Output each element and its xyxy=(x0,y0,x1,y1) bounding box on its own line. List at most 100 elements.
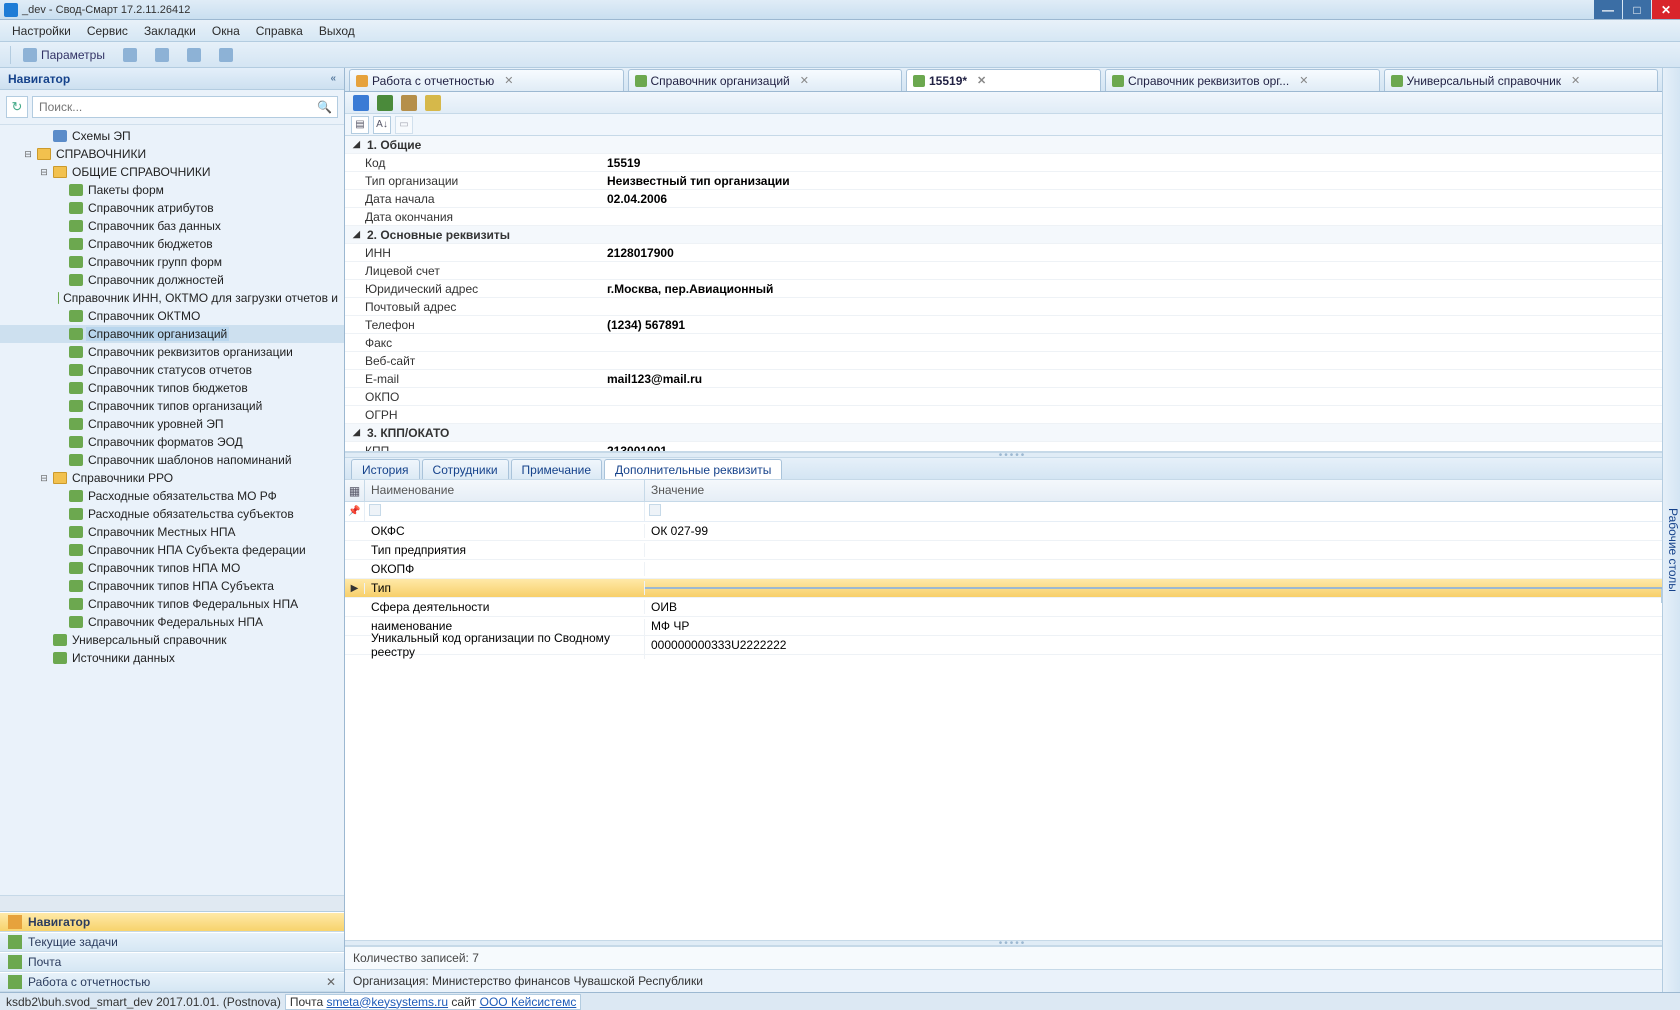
tree-node[interactable]: Справочник типов организаций xyxy=(0,397,344,415)
close-icon[interactable]: ✕ xyxy=(800,74,809,87)
toolbar-btn-1[interactable] xyxy=(117,46,143,64)
requisite-row[interactable]: Тип предприятия xyxy=(345,541,1680,560)
document-tab[interactable]: Справочник организаций✕ xyxy=(628,69,903,91)
prop-value[interactable]: 213001001 xyxy=(603,444,1663,453)
prop-value[interactable]: г.Москва, пер.Авиационный xyxy=(603,282,1663,296)
tree-node[interactable]: Справочник баз данных xyxy=(0,217,344,235)
requisite-row[interactable]: Уникальный код организации по Сводному р… xyxy=(345,636,1680,655)
requisite-value[interactable]: 000000000333U2222222 xyxy=(645,638,1680,652)
close-icon[interactable]: ✕ xyxy=(504,74,513,87)
close-icon[interactable]: ✕ xyxy=(1299,74,1308,87)
tree-node[interactable]: Источники данных xyxy=(0,649,344,667)
tree-node[interactable]: Справочник типов бюджетов xyxy=(0,379,344,397)
tree-node[interactable]: Расходные обязательства субъектов xyxy=(0,505,344,523)
tree-node[interactable]: Справочник ОКТМО xyxy=(0,307,344,325)
grid-selector-header[interactable]: ▦ xyxy=(345,480,365,501)
tree-node[interactable]: Справочник должностей xyxy=(0,271,344,289)
tree-node[interactable]: Справочник Федеральных НПА xyxy=(0,613,344,631)
prop-row[interactable]: Дата окончания xyxy=(345,208,1663,226)
propgroup-header[interactable]: ◢1. Общие xyxy=(345,136,1663,154)
tree-node[interactable]: Справочник ИНН, ОКТМО для загрузки отчет… xyxy=(0,289,344,307)
tree-node[interactable]: Универсальный справочник xyxy=(0,631,344,649)
menu-exit[interactable]: Выход xyxy=(313,22,361,40)
requisite-row[interactable]: Сфера деятельностиОИВ xyxy=(345,598,1680,617)
prop-value[interactable]: mail123@mail.ru xyxy=(603,372,1663,386)
collapse-icon[interactable]: ◢ xyxy=(353,427,361,438)
property-grid[interactable]: ◢1. ОбщиеКод15519Тип организацииНеизвест… xyxy=(345,136,1663,452)
tree-node[interactable]: Пакеты форм xyxy=(0,181,344,199)
refresh-icon[interactable] xyxy=(377,95,393,111)
document-tab[interactable]: 15519*✕ xyxy=(906,69,1101,91)
lock-icon[interactable] xyxy=(425,95,441,111)
navigator-refresh-button[interactable]: ↻ xyxy=(6,96,28,118)
prop-row[interactable]: Веб-сайт xyxy=(345,352,1663,370)
tree-node[interactable]: Справочник организаций xyxy=(0,325,344,343)
tree-node[interactable]: Схемы ЭП xyxy=(0,127,344,145)
collapse-icon[interactable]: ◢ xyxy=(353,229,361,240)
prop-row[interactable]: ОГРН xyxy=(345,406,1663,424)
detail-tab[interactable]: Сотрудники xyxy=(422,459,509,479)
tree-node[interactable]: ⊟СПРАВОЧНИКИ xyxy=(0,145,344,163)
menu-settings[interactable]: Настройки xyxy=(6,22,77,40)
prop-row[interactable]: Дата начала02.04.2006 xyxy=(345,190,1663,208)
tree-node[interactable]: Справочник Местных НПА xyxy=(0,523,344,541)
tree-node[interactable]: Справочник форматов ЭОД xyxy=(0,433,344,451)
filter-dropdown-icon[interactable] xyxy=(369,504,381,516)
navstack-item[interactable]: Навигатор xyxy=(0,912,344,932)
prop-row[interactable]: Факс xyxy=(345,334,1663,352)
menu-bookmarks[interactable]: Закладки xyxy=(138,22,202,40)
tree-node[interactable]: ⊟Справочники РРО xyxy=(0,469,344,487)
tree-node[interactable]: Справочник групп форм xyxy=(0,253,344,271)
column-value-header[interactable]: Значение xyxy=(645,480,1680,501)
toolbar-btn-4[interactable] xyxy=(213,46,239,64)
requisite-row[interactable]: ОКФСОК 027-99 xyxy=(345,522,1680,541)
menu-service[interactable]: Сервис xyxy=(81,22,134,40)
tree-expander[interactable]: ⊟ xyxy=(38,167,50,178)
prop-value[interactable]: (1234) 567891 xyxy=(603,318,1663,332)
tree-node[interactable]: Справочник типов Федеральных НПА xyxy=(0,595,344,613)
sort-categorized-button[interactable]: ▤ xyxy=(351,116,369,134)
menu-windows[interactable]: Окна xyxy=(206,22,246,40)
tree-node[interactable]: Расходные обязательства МО РФ xyxy=(0,487,344,505)
tree-node[interactable]: Справочник шаблонов напоминаний xyxy=(0,451,344,469)
prop-row[interactable]: Почтовый адрес xyxy=(345,298,1663,316)
prop-row[interactable]: Юридический адресг.Москва, пер.Авиационн… xyxy=(345,280,1663,298)
requisites-splitter[interactable] xyxy=(345,940,1680,946)
detail-tab[interactable]: Примечание xyxy=(511,459,602,479)
journal-icon[interactable] xyxy=(401,95,417,111)
tree-node[interactable]: Справочник НПА Субъекта федерации xyxy=(0,541,344,559)
menu-help[interactable]: Справка xyxy=(250,22,309,40)
propgroup-header[interactable]: ◢3. КПП/ОКАТО xyxy=(345,424,1663,442)
window-close-button[interactable]: ✕ xyxy=(1652,0,1680,19)
prop-row[interactable]: Лицевой счет xyxy=(345,262,1663,280)
horizontal-splitter[interactable] xyxy=(345,452,1680,458)
requisite-value[interactable]: ОК 027-99 xyxy=(645,524,1680,538)
detail-tab[interactable]: История xyxy=(351,459,420,479)
prop-row[interactable]: Код15519 xyxy=(345,154,1663,172)
tree-node[interactable]: Справочник статусов отчетов xyxy=(0,361,344,379)
filter-pin-icon[interactable]: 📌 xyxy=(345,502,365,521)
prop-row[interactable]: ИНН2128017900 xyxy=(345,244,1663,262)
toolbar-btn-2[interactable] xyxy=(149,46,175,64)
prop-value[interactable]: 2128017900 xyxy=(603,246,1663,260)
tree-node[interactable]: Справочник реквизитов организации xyxy=(0,343,344,361)
right-dock-desktops[interactable]: Рабочие столы xyxy=(1662,68,1680,992)
prop-value[interactable]: Неизвестный тип организации xyxy=(603,174,1663,188)
prop-row[interactable]: ОКПО xyxy=(345,388,1663,406)
prop-row[interactable]: Телефон(1234) 567891 xyxy=(345,316,1663,334)
document-tab[interactable]: Универсальный справочник✕ xyxy=(1384,69,1659,91)
window-maximize-button[interactable]: □ xyxy=(1623,0,1651,19)
tree-node[interactable]: Справочник типов НПА МО xyxy=(0,559,344,577)
window-minimize-button[interactable]: — xyxy=(1594,0,1622,19)
navstack-item[interactable]: Работа с отчетностью✕ xyxy=(0,972,344,992)
close-icon[interactable]: ✕ xyxy=(1571,74,1580,87)
prop-value[interactable]: 02.04.2006 xyxy=(603,192,1663,206)
requisites-body[interactable]: ОКФСОК 027-99Тип предприятияОКОПФ▶Тип⋯Сф… xyxy=(345,522,1680,940)
tree-node[interactable]: Справочник уровней ЭП xyxy=(0,415,344,433)
tree-node[interactable]: Справочник бюджетов xyxy=(0,235,344,253)
tree-node[interactable]: Справочник атрибутов xyxy=(0,199,344,217)
requisite-row[interactable]: ОКОПФ xyxy=(345,560,1680,579)
status-site-link[interactable]: ООО Кейсистемс xyxy=(480,995,577,1009)
document-tab[interactable]: Справочник реквизитов орг...✕ xyxy=(1105,69,1380,91)
detail-tab[interactable]: Дополнительные реквизиты xyxy=(604,459,782,479)
